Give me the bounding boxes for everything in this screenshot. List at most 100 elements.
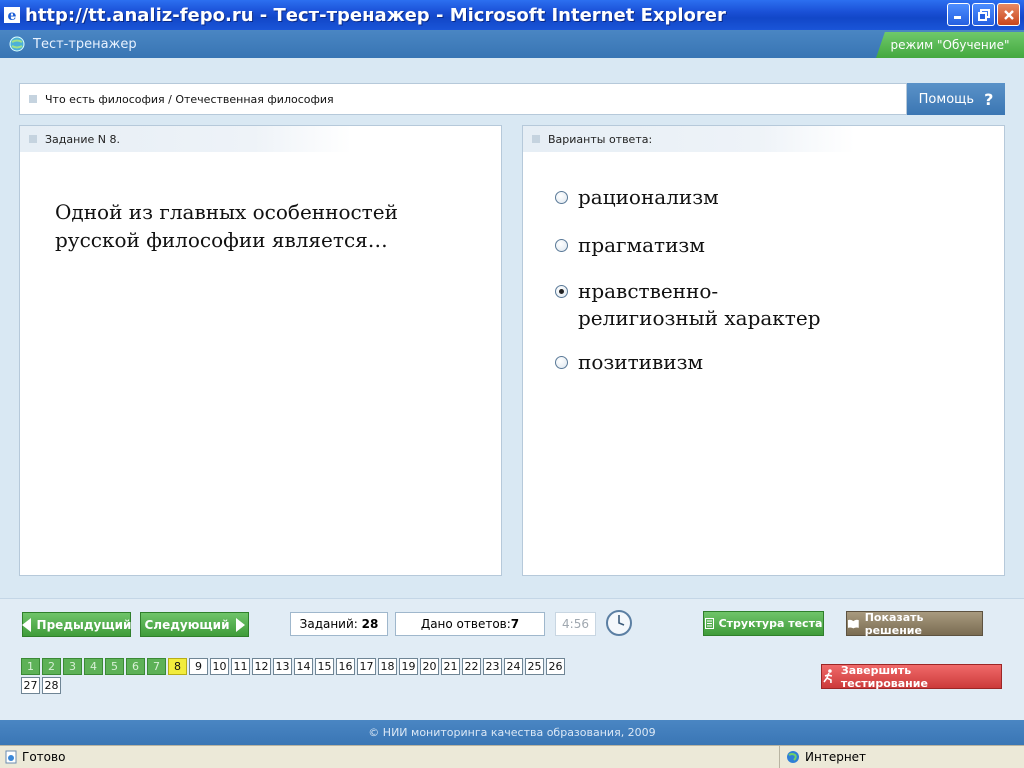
answered-counter: Дано ответов: 7 xyxy=(395,612,545,636)
answer-label: прагматизм xyxy=(578,233,705,257)
question-number-12[interactable]: 12 xyxy=(252,658,271,675)
question-number-2[interactable]: 2 xyxy=(42,658,61,675)
task-header: Задание N 8. xyxy=(20,126,410,152)
timer: 4:56 xyxy=(555,612,596,636)
globe-icon xyxy=(9,36,25,52)
window-title-bar: e http://tt.analiz-fepo.ru - Тест-тренаж… xyxy=(0,0,1024,30)
copyright-footer: © НИИ мониторинга качества образования, … xyxy=(0,720,1024,745)
question-number-16[interactable]: 16 xyxy=(336,658,355,675)
finish-label: Завершить тестирование xyxy=(840,663,928,690)
prev-button[interactable]: Предыдущий xyxy=(21,612,132,637)
radio-button[interactable] xyxy=(555,356,568,369)
answered-count: 7 xyxy=(510,617,520,631)
question-number-8[interactable]: 8 xyxy=(168,658,187,675)
arrow-left-icon xyxy=(21,617,31,632)
answers-header: Варианты ответа: xyxy=(523,126,913,152)
question-text: Одной из главных особенностей русской фи… xyxy=(55,200,398,252)
question-number-27[interactable]: 27 xyxy=(21,677,40,694)
answer-label: позитивизм xyxy=(578,350,704,374)
answers-header-label: Варианты ответа: xyxy=(548,132,653,146)
prev-label: Предыдущий xyxy=(36,617,132,632)
svg-text:e: e xyxy=(8,8,17,24)
question-number-26[interactable]: 26 xyxy=(546,658,565,675)
task-number: Задание N 8. xyxy=(45,132,120,146)
window-title: http://tt.analiz-fepo.ru - Тест-тренажер… xyxy=(25,4,726,26)
question-number-15[interactable]: 15 xyxy=(315,658,334,675)
running-man-icon xyxy=(823,669,833,683)
minimize-button[interactable] xyxy=(947,3,970,26)
answer-label: рационализм xyxy=(578,185,719,209)
structure-label: Структура теста xyxy=(718,617,823,630)
question-number-1[interactable]: 1 xyxy=(21,658,40,675)
question-number-25[interactable]: 25 xyxy=(525,658,544,675)
question-number-21[interactable]: 21 xyxy=(441,658,460,675)
radio-button[interactable] xyxy=(555,239,568,252)
answers-panel: Варианты ответа: рационализм прагматизм … xyxy=(522,125,1005,576)
list-icon xyxy=(704,618,714,629)
question-number-28[interactable]: 28 xyxy=(42,677,61,694)
book-icon xyxy=(847,619,859,628)
window-controls xyxy=(947,3,1020,26)
status-zone: Интернет xyxy=(780,750,866,764)
breadcrumb-text: Что есть философия / Отечественная филос… xyxy=(45,92,334,106)
next-button[interactable]: Следующий xyxy=(140,612,249,637)
ie-logo-icon: e xyxy=(4,7,20,24)
tasks-count: 28 xyxy=(361,617,379,631)
question-number-19[interactable]: 19 xyxy=(399,658,418,675)
restore-icon xyxy=(977,8,990,21)
question-number-23[interactable]: 23 xyxy=(483,658,502,675)
radio-button[interactable] xyxy=(555,191,568,204)
globe-icon xyxy=(787,751,799,763)
status-left: Готово xyxy=(0,746,780,768)
question-number-11[interactable]: 11 xyxy=(231,658,250,675)
radio-button-selected[interactable] xyxy=(555,285,568,298)
finish-test-button[interactable]: Завершить тестирование xyxy=(821,663,1002,690)
app-title: Тест-тренажер xyxy=(33,36,137,52)
question-number-3[interactable]: 3 xyxy=(63,658,82,675)
question-number-5[interactable]: 5 xyxy=(105,658,124,675)
next-label: Следующий xyxy=(144,617,230,632)
breadcrumb: Что есть философия / Отечественная филос… xyxy=(19,83,907,115)
answer-option-4[interactable]: позитивизм xyxy=(555,349,703,376)
question-number-17[interactable]: 17 xyxy=(357,658,376,675)
restore-button[interactable] xyxy=(972,3,995,26)
zone-text: Интернет xyxy=(805,750,867,764)
solution-label: Показать решение xyxy=(864,610,924,637)
question-number-14[interactable]: 14 xyxy=(294,658,313,675)
mode-badge: режим "Обучение" xyxy=(876,32,1024,58)
tasks-counter: Заданий: 28 xyxy=(290,612,388,636)
bullet-icon xyxy=(29,135,37,143)
question-number-7[interactable]: 7 xyxy=(147,658,166,675)
task-panel: Задание N 8. Одной из главных особенност… xyxy=(19,125,502,576)
question-number-13[interactable]: 13 xyxy=(273,658,292,675)
answer-label: нравственно-религиозный характер xyxy=(578,279,821,330)
question-number-18[interactable]: 18 xyxy=(378,658,397,675)
bullet-icon xyxy=(29,95,37,103)
answer-option-3[interactable]: нравственно-религиозный характер xyxy=(555,278,855,332)
test-structure-button[interactable]: Структура теста xyxy=(703,611,824,636)
status-text: Готово xyxy=(22,750,66,764)
help-label: Помощь xyxy=(918,91,975,107)
close-window-button[interactable] xyxy=(997,3,1020,26)
page-icon xyxy=(5,750,17,764)
answer-option-1[interactable]: рационализм xyxy=(555,184,719,211)
bullet-icon xyxy=(532,135,540,143)
answer-option-2[interactable]: прагматизм xyxy=(555,232,705,259)
arrow-right-icon xyxy=(235,617,245,632)
question-number-20[interactable]: 20 xyxy=(420,658,439,675)
question-number-grid: 1 2 3 4 5 6 7 8 9 10 11 12 13 14 15 16 1… xyxy=(21,658,571,696)
question-number-9[interactable]: 9 xyxy=(189,658,208,675)
app-header: Тест-тренажер режим "Обучение" xyxy=(0,30,1024,58)
question-number-10[interactable]: 10 xyxy=(210,658,229,675)
question-number-6[interactable]: 6 xyxy=(126,658,145,675)
question-number-22[interactable]: 22 xyxy=(462,658,481,675)
browser-status-bar: Готово Интернет xyxy=(0,745,1024,768)
question-number-4[interactable]: 4 xyxy=(84,658,103,675)
help-button[interactable]: Помощь ? xyxy=(907,83,1005,115)
tasks-label: Заданий: xyxy=(299,617,358,631)
show-solution-button[interactable]: Показать решение xyxy=(846,610,983,637)
answered-label: Дано ответов: xyxy=(420,617,511,631)
clock-icon xyxy=(606,610,632,636)
question-number-24[interactable]: 24 xyxy=(504,658,523,675)
minimize-icon xyxy=(954,16,961,19)
